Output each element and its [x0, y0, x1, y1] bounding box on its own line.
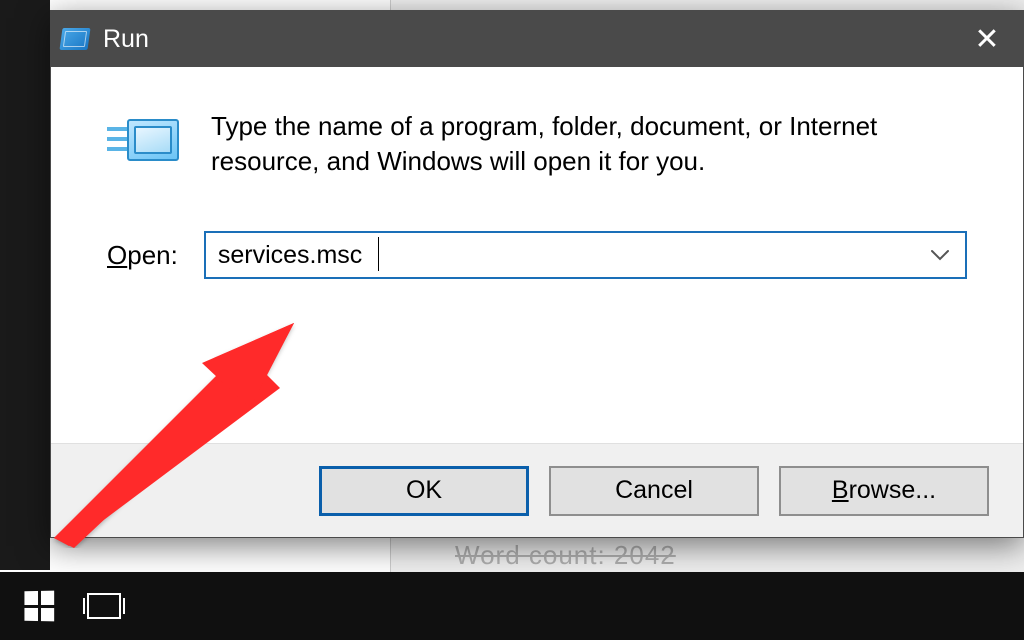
windows-logo-icon [24, 591, 54, 622]
dialog-description: Type the name of a program, folder, docu… [211, 109, 967, 179]
description-row: Type the name of a program, folder, docu… [107, 109, 967, 179]
dialog-body: Type the name of a program, folder, docu… [51, 67, 1023, 443]
run-dialog: Run ✕ Type the name of a program, folder… [50, 10, 1024, 538]
task-view-icon [87, 593, 121, 619]
background-partial-text: Word count: 2042 [455, 540, 676, 571]
text-cursor [378, 237, 379, 271]
dark-side-strip [0, 0, 50, 570]
dialog-title: Run [103, 25, 149, 54]
run-large-icon [107, 113, 179, 169]
close-icon: ✕ [974, 22, 999, 57]
open-input[interactable] [218, 241, 953, 270]
open-combobox[interactable] [204, 231, 967, 279]
titlebar[interactable]: Run ✕ [51, 11, 1023, 67]
start-button[interactable] [4, 572, 74, 640]
browse-button[interactable]: Browse... [779, 466, 989, 516]
close-button[interactable]: ✕ [951, 11, 1023, 67]
ok-button[interactable]: OK [319, 466, 529, 516]
open-label: Open: [107, 240, 178, 271]
run-icon [59, 28, 90, 50]
taskbar[interactable] [0, 572, 1024, 640]
task-view-button[interactable] [74, 572, 134, 640]
input-row: Open: [107, 231, 967, 279]
button-row: OK Cancel Browse... [51, 443, 1023, 537]
cancel-button[interactable]: Cancel [549, 466, 759, 516]
